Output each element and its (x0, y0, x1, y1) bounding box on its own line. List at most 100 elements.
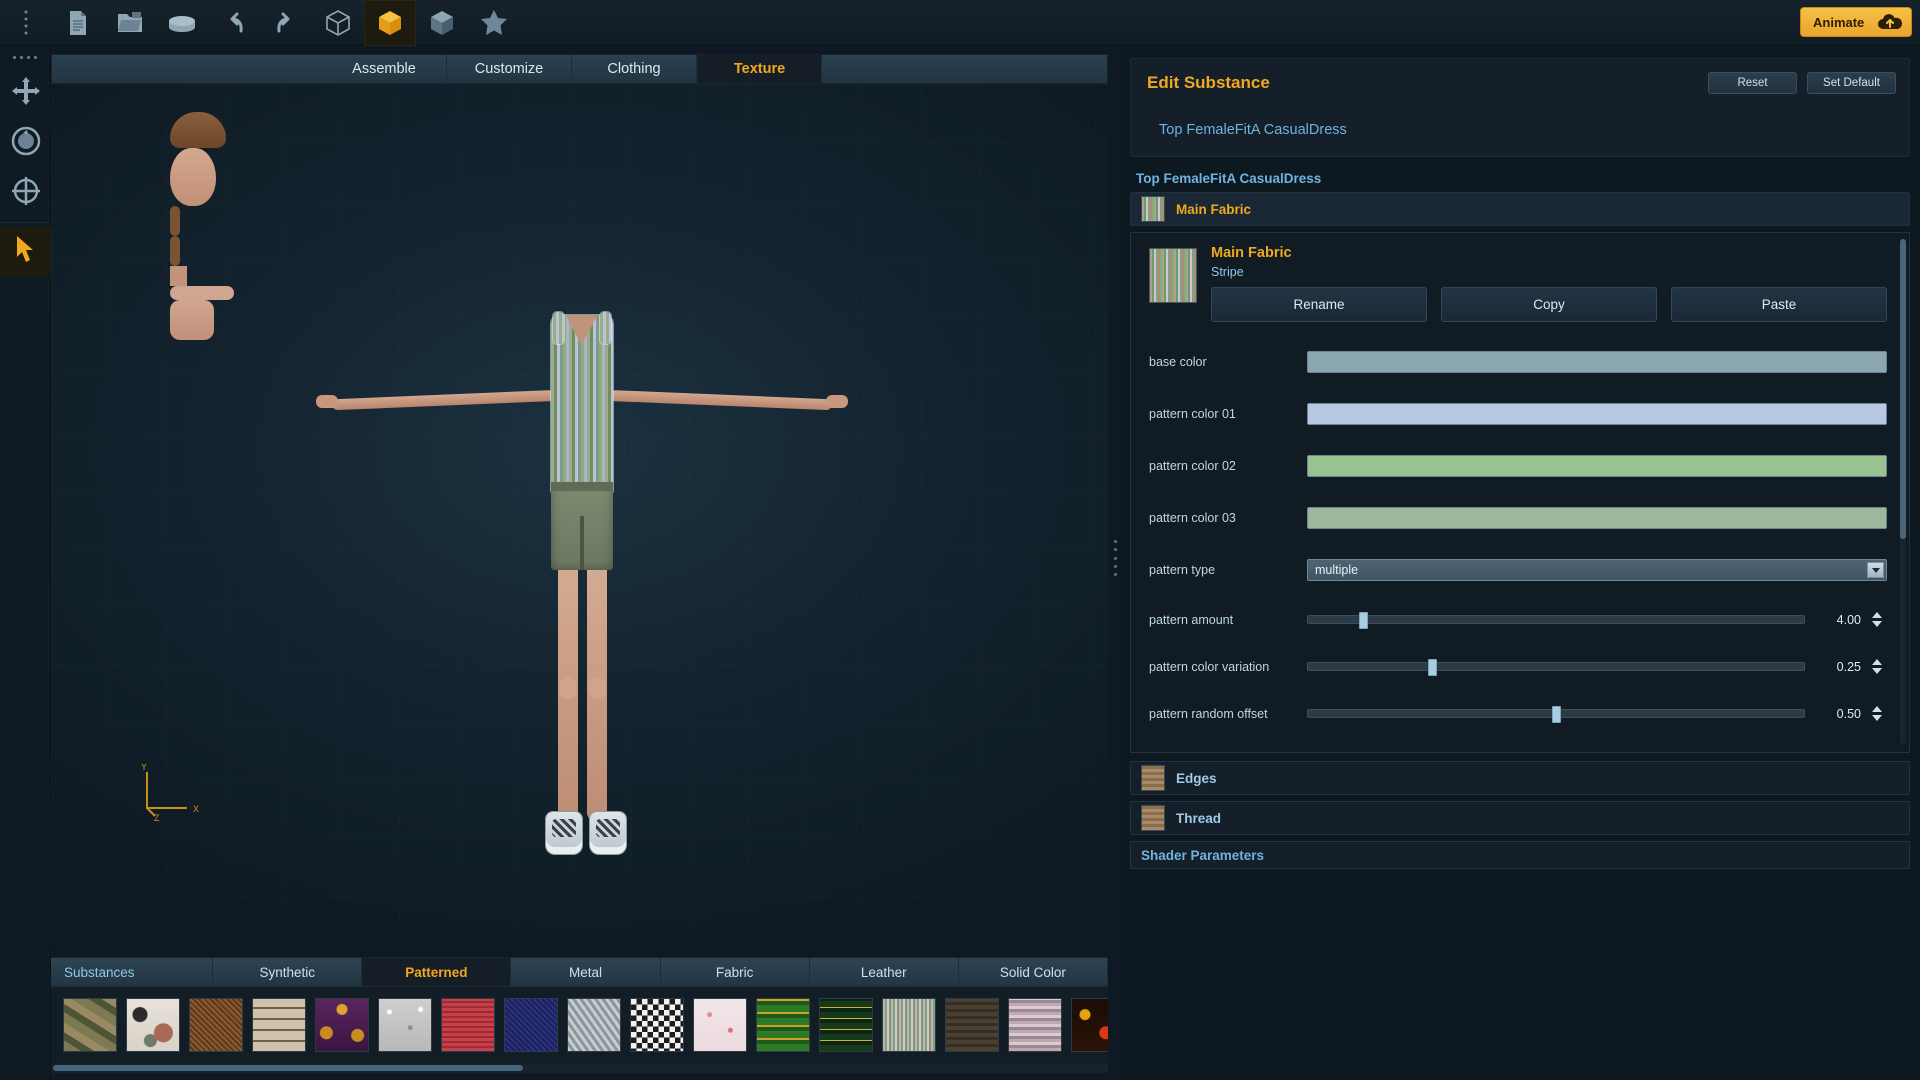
tab-customize[interactable]: Customize (447, 55, 572, 83)
stepper-up-icon[interactable] (1872, 706, 1882, 712)
cursor-arrow-icon (15, 235, 37, 270)
group-row-edges[interactable]: Edges (1130, 761, 1910, 795)
pattern-amount-stepper[interactable] (1867, 612, 1887, 627)
texture-swatch[interactable] (441, 997, 495, 1052)
tab-clothing-label: Clothing (607, 61, 661, 77)
pattern-amount-slider[interactable] (1307, 612, 1805, 629)
texture-swatch[interactable] (378, 997, 432, 1052)
reset-button[interactable]: Reset (1708, 72, 1797, 94)
texture-swatch[interactable] (756, 997, 810, 1052)
grip-dots-icon (0, 0, 52, 46)
3d-viewport[interactable]: Y X Z (51, 84, 1108, 950)
texture-swatch[interactable] (252, 997, 306, 1052)
texture-swatch[interactable] (1071, 997, 1108, 1052)
texture-swatch[interactable] (819, 997, 873, 1052)
group-main-fabric-label: Main Fabric (1176, 201, 1252, 217)
stepper-down-icon[interactable] (1872, 668, 1882, 674)
parameters-scrollbar[interactable] (1900, 239, 1906, 744)
texture-swatch[interactable] (63, 997, 117, 1052)
texture-swatch[interactable] (945, 997, 999, 1052)
group-row-main-fabric[interactable]: Main Fabric (1130, 192, 1910, 226)
tab-clothing[interactable]: Clothing (572, 55, 697, 83)
parameters-scrollbar-thumb[interactable] (1900, 239, 1906, 539)
lib-tab-synthetic[interactable]: Synthetic (213, 958, 363, 986)
base-color-swatch[interactable] (1307, 351, 1887, 373)
select-tool[interactable] (0, 227, 51, 277)
group-row-thread[interactable]: Thread (1130, 801, 1910, 835)
shorts-garment[interactable] (550, 482, 613, 570)
rename-button[interactable]: Rename (1211, 287, 1427, 322)
pattern-color-03-swatch[interactable] (1307, 507, 1887, 529)
stepper-down-icon[interactable] (1872, 715, 1882, 721)
lib-tab-leather[interactable]: Leather (810, 958, 959, 986)
lib-tab-solid-color-label: Solid Color (999, 964, 1066, 980)
texture-swatch[interactable] (1008, 997, 1062, 1052)
new-file-icon[interactable] (52, 0, 104, 46)
torso (169, 300, 214, 340)
tab-assemble-label: Assemble (352, 61, 416, 77)
crosshair-target-icon (11, 176, 41, 211)
svg-text:Z: Z (154, 813, 160, 822)
pattern-color-01-swatch[interactable] (1307, 403, 1887, 425)
move-tool[interactable] (0, 68, 51, 118)
head (169, 148, 216, 206)
panel-resize-handle[interactable] (1110, 540, 1120, 576)
texture-swatch[interactable] (630, 997, 684, 1052)
param-row-pattern-random-offset: pattern random offset 0.50 (1149, 690, 1887, 737)
cube-shaded-icon[interactable] (416, 0, 468, 46)
lib-tab-synthetic-label: Synthetic (259, 964, 315, 980)
cube-solid-icon[interactable] (364, 0, 416, 46)
texture-swatch[interactable] (882, 997, 936, 1052)
svg-text:Y: Y (141, 764, 147, 772)
lib-tab-solid-color[interactable]: Solid Color (959, 958, 1108, 986)
lib-tab-patterned[interactable]: Patterned (362, 958, 512, 986)
texture-swatch-strip[interactable] (51, 986, 1108, 1062)
lib-tab-substances[interactable]: Substances (51, 958, 214, 986)
undo-icon[interactable] (208, 0, 260, 46)
stepper-up-icon[interactable] (1872, 612, 1882, 618)
param-row-pattern-amount: pattern amount 4.00 (1149, 596, 1887, 643)
scale-tool[interactable] (0, 168, 51, 218)
param-row-pattern-color-03: pattern color 03 (1149, 492, 1887, 544)
paste-button[interactable]: Paste (1671, 287, 1887, 322)
set-default-button[interactable]: Set Default (1807, 72, 1896, 94)
lib-tab-metal[interactable]: Metal (511, 958, 661, 986)
texture-swatch[interactable] (693, 997, 747, 1052)
cube-wireframe-icon[interactable] (312, 0, 364, 46)
rotate-orbit-icon (10, 125, 42, 162)
star-icon[interactable] (468, 0, 520, 46)
tab-texture[interactable]: Texture (697, 55, 822, 83)
lib-tab-fabric[interactable]: Fabric (661, 958, 810, 986)
pattern-color-variation-slider[interactable] (1307, 659, 1805, 676)
library-horizontal-scrollbar[interactable] (51, 1063, 1108, 1073)
redo-icon[interactable] (260, 0, 312, 46)
character-model[interactable] (169, 112, 990, 912)
pattern-random-offset-stepper[interactable] (1867, 706, 1887, 721)
stepper-up-icon[interactable] (1872, 659, 1882, 665)
stepper-down-icon[interactable] (1872, 621, 1882, 627)
rotate-tool[interactable] (0, 118, 51, 168)
texture-swatch[interactable] (567, 997, 621, 1052)
copy-button[interactable]: Copy (1441, 287, 1657, 322)
param-row-base-color: base color (1149, 336, 1887, 388)
chevron-down-icon[interactable] (1867, 562, 1884, 578)
slider-handle[interactable] (1358, 612, 1368, 629)
param-label: pattern type (1149, 563, 1216, 577)
scrollbar-thumb[interactable] (53, 1065, 523, 1071)
texture-swatch[interactable] (126, 997, 180, 1052)
pattern-type-select[interactable]: multiple (1307, 559, 1887, 581)
animate-button[interactable]: Animate (1800, 7, 1912, 37)
texture-swatch[interactable] (504, 997, 558, 1052)
slider-handle[interactable] (1552, 706, 1561, 723)
material-parameters-pane[interactable]: Main Fabric Stripe Rename Copy Paste bas… (1130, 232, 1910, 753)
save-disk-icon[interactable] (156, 0, 208, 46)
open-folder-icon[interactable] (104, 0, 156, 46)
slider-handle[interactable] (1428, 659, 1437, 676)
texture-swatch[interactable] (315, 997, 369, 1052)
pattern-color-02-swatch[interactable] (1307, 455, 1887, 477)
pattern-random-offset-slider[interactable] (1307, 706, 1805, 723)
pattern-color-variation-stepper[interactable] (1867, 659, 1887, 674)
tab-assemble[interactable]: Assemble (322, 55, 447, 83)
texture-swatch[interactable] (189, 997, 243, 1052)
shader-parameters-row[interactable]: Shader Parameters (1130, 841, 1910, 869)
